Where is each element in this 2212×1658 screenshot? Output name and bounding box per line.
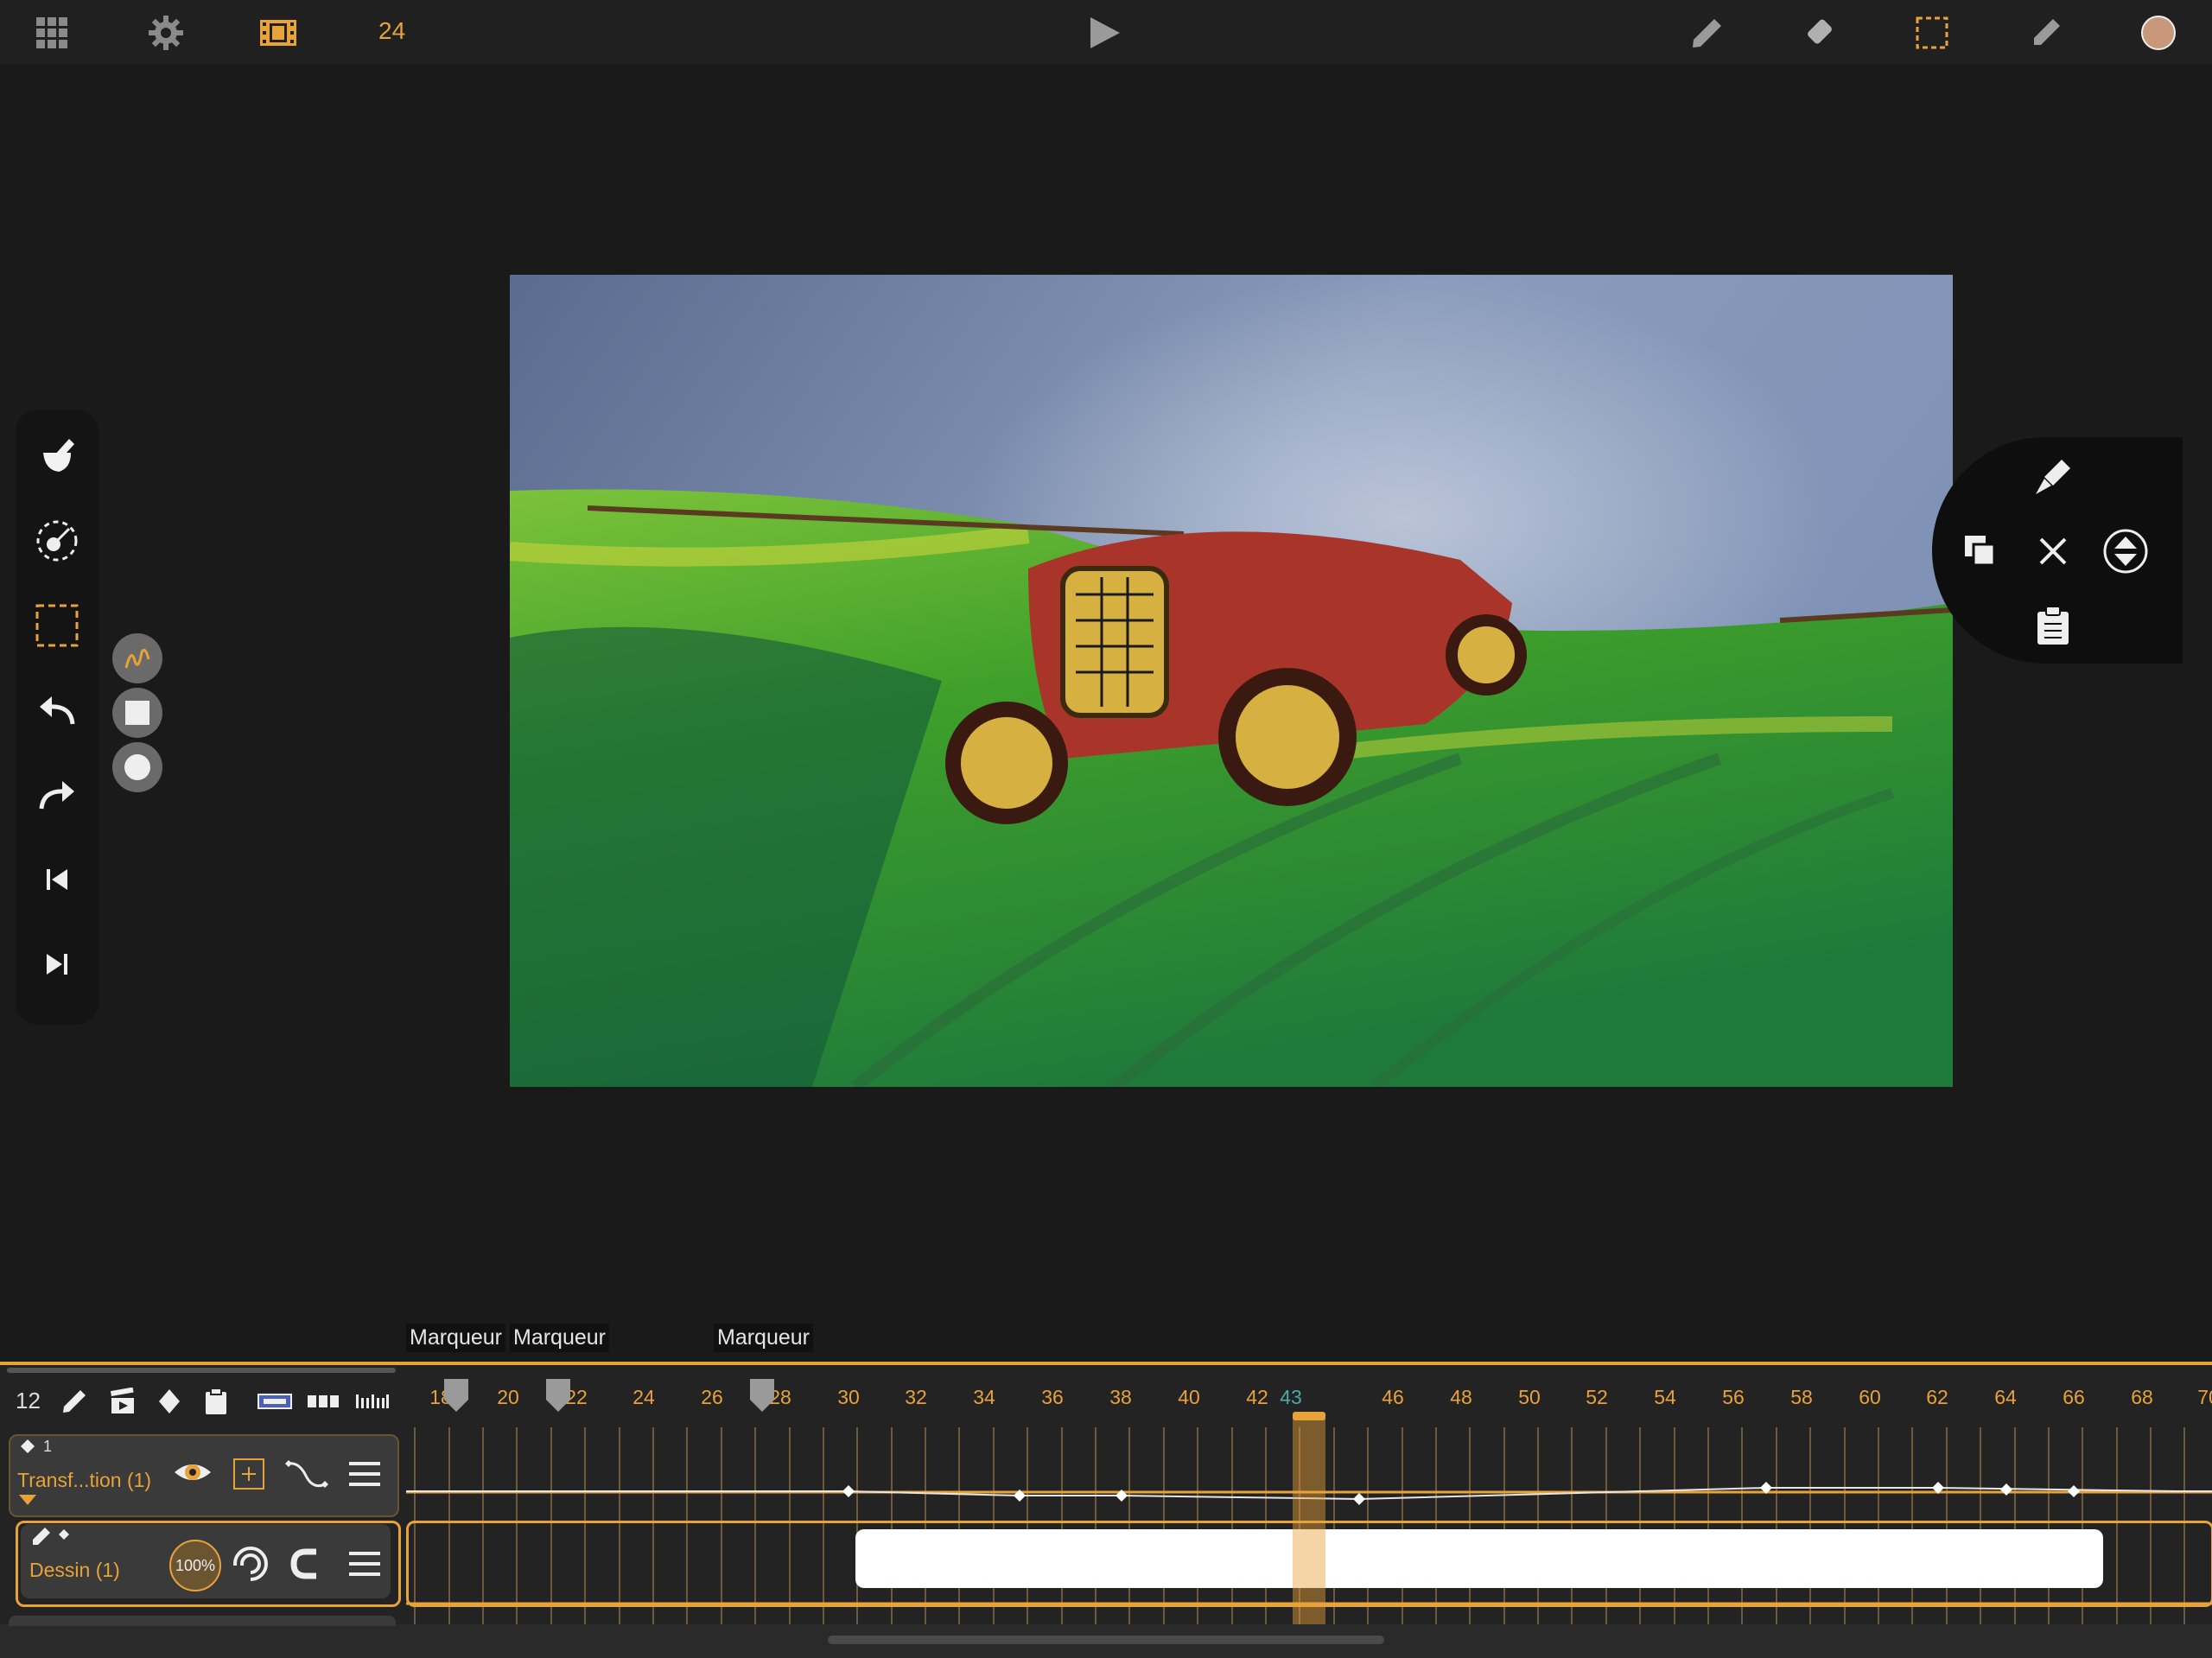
menu-icon[interactable] [346, 1457, 384, 1491]
last-frame-icon[interactable] [33, 940, 81, 988]
menu-icon[interactable] [346, 1547, 384, 1581]
frame-tick: 20 [497, 1386, 519, 1408]
eye-icon[interactable] [173, 1455, 213, 1490]
magnet-icon[interactable] [287, 1545, 325, 1583]
selection-tool-icon[interactable] [33, 601, 81, 650]
playhead[interactable] [1293, 1413, 1325, 1626]
gear-icon[interactable] [145, 12, 187, 54]
frame-tick: 26 [701, 1386, 723, 1408]
layer-name[interactable]: Transf...tion (1) [17, 1469, 151, 1492]
frames-icon[interactable] [304, 1386, 342, 1417]
home-indicator[interactable] [828, 1636, 1384, 1644]
frame-tick: 58 [1790, 1386, 1813, 1408]
next-layer-peek [9, 1616, 396, 1626]
flip-icon[interactable] [2100, 525, 2152, 577]
first-frame-icon[interactable] [33, 855, 81, 904]
duplicate-icon[interactable] [1955, 525, 2006, 577]
brush-options-icon[interactable] [33, 432, 81, 480]
pencil-icon[interactable] [1687, 12, 1728, 54]
expand-triangle-icon[interactable] [19, 1495, 36, 1507]
frame-tick: 48 [1450, 1386, 1472, 1408]
current-frame-tick: 43 [1280, 1386, 1302, 1408]
layer-name[interactable]: Dessin (1) [29, 1559, 120, 1582]
circle-icon[interactable] [112, 742, 162, 792]
fps-value[interactable]: 24 [378, 17, 405, 45]
undo-icon[interactable] [33, 686, 81, 734]
ruler-icon[interactable] [353, 1386, 391, 1417]
opacity-button[interactable]: 100% [169, 1540, 221, 1591]
frame-tick: 66 [2063, 1386, 2085, 1408]
drawing-clip[interactable] [855, 1529, 2103, 1588]
frame-tick: 70 [2197, 1386, 2212, 1408]
marker-pin-icon[interactable] [750, 1379, 774, 1413]
curve-icon[interactable] [285, 1457, 328, 1491]
clapper-icon[interactable] [107, 1386, 138, 1417]
frame-tick: 60 [1859, 1386, 1881, 1408]
frame-tick: 30 [837, 1386, 860, 1408]
frame-tick: 54 [1654, 1386, 1676, 1408]
clipboard-icon[interactable] [200, 1386, 232, 1417]
transform-icon[interactable] [33, 517, 81, 565]
close-icon[interactable] [2027, 525, 2079, 577]
drawing-canvas[interactable] [510, 275, 1953, 1087]
top-toolbar: 24 [0, 0, 2212, 64]
frame-tick: 64 [1994, 1386, 2017, 1408]
marker-pin-icon[interactable] [444, 1379, 468, 1413]
redo-icon[interactable] [33, 771, 81, 819]
frame-tick: 38 [1109, 1386, 1132, 1408]
layer-keyframe-count: 1 [43, 1438, 53, 1455]
frame-tick: 50 [1518, 1386, 1541, 1408]
clipboard-icon[interactable] [2027, 600, 2079, 651]
timeline-marker[interactable]: Marqueur [510, 1324, 609, 1352]
timeline-zoom[interactable]: 12 [16, 1388, 41, 1414]
painting-illustration [510, 275, 1953, 1087]
play-icon[interactable] [1084, 12, 1125, 54]
keyframe-icon[interactable] [154, 1386, 185, 1417]
timeline-marker[interactable]: Marqueur [714, 1324, 813, 1352]
eyedropper-icon[interactable] [2025, 12, 2067, 54]
grid-icon[interactable] [31, 12, 73, 54]
frame-tick: 46 [1382, 1386, 1404, 1408]
transform-box-icon[interactable] [232, 1457, 266, 1491]
timeline-marker[interactable]: Marqueur [406, 1324, 505, 1352]
square-icon[interactable] [112, 688, 162, 738]
frame-tick: 42 [1246, 1386, 1268, 1408]
pencil-icon[interactable] [59, 1386, 90, 1417]
onion-skin-icon[interactable] [232, 1545, 270, 1583]
film-icon[interactable] [257, 12, 299, 54]
selection-icon[interactable] [1911, 12, 1953, 54]
opacity-value: 100% [175, 1556, 216, 1574]
timeline-scrollbar[interactable] [7, 1368, 396, 1373]
marker-pin-icon[interactable] [546, 1379, 570, 1413]
playhead-handle[interactable] [1293, 1412, 1325, 1420]
frame-tick: 32 [905, 1386, 927, 1408]
eraser-icon[interactable] [1799, 12, 1840, 54]
range-icon[interactable] [256, 1386, 294, 1417]
frame-tick: 24 [632, 1386, 655, 1408]
frame-tick: 34 [973, 1386, 995, 1408]
paste-brush-icon[interactable] [2027, 451, 2079, 503]
frame-tick: 68 [2131, 1386, 2153, 1408]
frame-tick: 62 [1926, 1386, 1948, 1408]
color-swatch-icon[interactable] [2138, 12, 2179, 54]
frame-tick: 40 [1178, 1386, 1200, 1408]
squiggle-icon[interactable] [112, 633, 162, 683]
pencil-keyframe-icon [33, 1528, 69, 1545]
frame-tick: 36 [1041, 1386, 1064, 1408]
frame-tick: 56 [1722, 1386, 1745, 1408]
frame-tick: 52 [1586, 1386, 1608, 1408]
